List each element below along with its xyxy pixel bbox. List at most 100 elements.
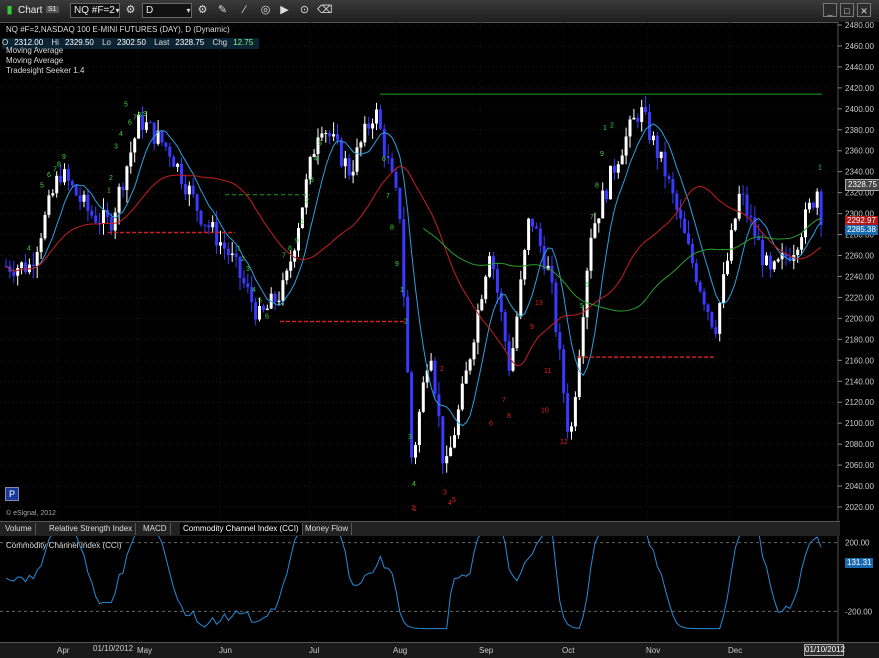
last-price-badge: 2328.75 — [845, 179, 879, 191]
candle-body — [187, 185, 191, 195]
candle-body — [554, 282, 558, 333]
interval-dropdown-icon[interactable]: ▾ — [181, 3, 196, 18]
candle-body — [152, 122, 156, 144]
seeker-red-count: 13 — [535, 300, 543, 307]
seeker-green-count: 1 — [818, 165, 822, 172]
candle-body — [222, 242, 226, 249]
candle-body — [176, 163, 180, 167]
candle-body — [460, 383, 464, 410]
candle-body — [566, 393, 570, 432]
draw-pencil-icon[interactable]: ✎ — [215, 3, 230, 18]
seeker-red-count: 2 — [440, 366, 444, 373]
candle-body — [324, 133, 328, 135]
chart-canvas[interactable]: 67 8 9543214567891234567891234567891234567… — [0, 22, 879, 642]
candle-body — [375, 109, 378, 124]
candle-body — [78, 195, 82, 202]
candle-body — [43, 214, 47, 239]
candle-body — [612, 165, 616, 173]
month-may: May — [137, 646, 153, 655]
seeker-green-count: 6 — [47, 172, 51, 179]
candle-body — [63, 169, 66, 183]
candle-body — [390, 158, 394, 173]
eraser-icon[interactable]: ⌫ — [317, 3, 333, 18]
month-aug: Aug — [393, 646, 408, 655]
tab-money-flow[interactable]: Money Flow — [302, 523, 353, 535]
seeker-green-count: 1 — [107, 188, 111, 195]
candle-body — [706, 304, 710, 313]
month-jul: Jul — [309, 646, 320, 655]
seeker-green-count: 5 — [124, 102, 128, 109]
draw-line-icon[interactable]: ∕ — [237, 3, 252, 18]
play-icon[interactable]: ▶ — [277, 3, 292, 18]
candle-body — [550, 265, 554, 283]
interval-link-icon[interactable]: ⚙ — [195, 3, 210, 18]
candle-body — [690, 243, 694, 264]
candle-body — [402, 219, 406, 297]
candle-body — [601, 190, 605, 219]
candle-body — [351, 171, 355, 176]
month-nov: Nov — [646, 646, 661, 655]
candle-body — [121, 186, 125, 191]
price-tick-label: 2340.00 — [845, 168, 874, 177]
candle-body — [811, 202, 815, 208]
candle-body — [531, 218, 534, 227]
candle-body — [488, 256, 492, 277]
candle-body — [698, 282, 702, 292]
candle-body — [363, 123, 367, 143]
cci-bg — [0, 535, 879, 642]
candle-body — [347, 158, 351, 176]
candle-body — [515, 316, 519, 349]
seeker-green-count: 5 — [40, 182, 44, 189]
left-date: 01/10/2012 — [93, 644, 134, 653]
seeker-green-count: 4 — [27, 245, 31, 252]
candle-body — [644, 107, 648, 113]
candle-body — [355, 147, 359, 172]
candle-body — [726, 260, 729, 275]
candle-body — [148, 122, 152, 124]
seeker-green-count: 5 — [258, 298, 262, 305]
candle-body — [359, 142, 363, 148]
candle-body — [558, 332, 562, 350]
candle-body — [749, 215, 753, 218]
candle-body — [573, 396, 577, 427]
cursor-icon[interactable]: ◎ — [258, 3, 273, 18]
symbol-link-icon[interactable]: ⚙ — [123, 3, 138, 18]
candle-body — [472, 342, 476, 360]
p-button[interactable]: P — [5, 487, 19, 501]
cci-current-badge: 131.31 — [845, 558, 874, 568]
candle-body — [417, 411, 421, 446]
high-value: 2329.50 — [64, 38, 94, 47]
minimize-button[interactable]: _ — [823, 3, 837, 17]
candle-body — [534, 226, 538, 229]
candle-body — [562, 349, 566, 394]
candle-body — [632, 117, 636, 120]
candle-body — [807, 202, 811, 210]
candle-body — [804, 209, 807, 238]
maximize-button[interactable]: □ — [840, 3, 854, 17]
seeker-green-count: 3 — [246, 266, 250, 273]
close-button[interactable]: ✕ — [857, 3, 871, 17]
seeker-green-count: 6 — [585, 282, 589, 289]
tab-volume[interactable]: Volume — [2, 523, 36, 535]
candle-body — [772, 261, 776, 270]
candle-body — [211, 221, 215, 228]
candle-body — [655, 135, 659, 159]
tab-macd[interactable]: MACD — [140, 523, 171, 535]
tab-rsi[interactable]: Relative Strength Index — [46, 523, 137, 535]
seeker-green-count: 9 — [62, 154, 66, 161]
candle-body — [285, 270, 289, 281]
tab-cci[interactable]: Commodity Channel Index (CCI) — [180, 523, 303, 535]
candle-body — [230, 253, 234, 256]
seeker-green-count: 3 — [114, 144, 118, 151]
candle-body — [261, 306, 265, 311]
indicator-tabs: Volume Relative Strength Index MACD Comm… — [0, 521, 840, 536]
candle-body — [24, 262, 27, 273]
candle-body — [203, 224, 207, 226]
candle-body — [570, 426, 573, 432]
chg-label: Chg — [212, 38, 228, 47]
zoom-icon[interactable]: ⊙ — [297, 3, 312, 18]
price-tick-label: 2160.00 — [845, 356, 874, 365]
candle-body — [675, 193, 679, 210]
price-tick-label: 2440.00 — [845, 63, 874, 72]
candle-body — [371, 123, 375, 129]
